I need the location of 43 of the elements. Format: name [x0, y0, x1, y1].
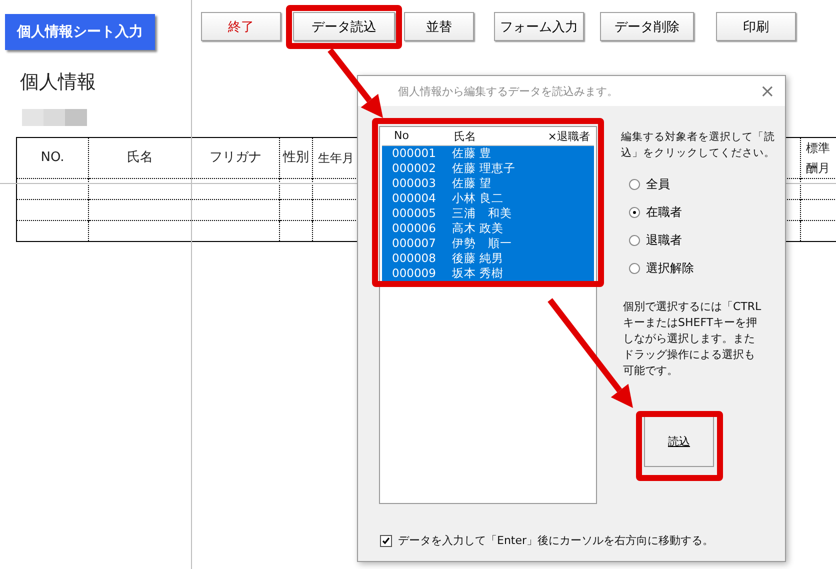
- column-header: フリガナ: [192, 138, 280, 178]
- list-item[interactable]: 000008 後藤 純男: [382, 251, 594, 266]
- table-cell[interactable]: [88, 220, 192, 242]
- dialog-title: 個人情報から編集するデータを読込みます。: [398, 84, 618, 98]
- toolbar-button[interactable]: データ読込: [293, 12, 395, 41]
- table-cell[interactable]: [280, 200, 312, 220]
- checkbox-label: データを入力して「Enter」後にカーソルを右方向に移動する。: [398, 533, 714, 548]
- table-cell[interactable]: [88, 200, 192, 220]
- table-cell[interactable]: [192, 220, 280, 242]
- toolbar-button[interactable]: 印刷: [716, 12, 796, 41]
- employee-listbox[interactable]: No 氏名 ×退職者 000001 佐藤 豊 000002 佐藤 理恵子 000003 佐藤 望 000004 小林 良二 000005 三浦 和美 000006 高木 政美 000007 伊勢 順一 000008 後藤 純男 000009 坂本 秀樹: [379, 126, 597, 504]
- table-cell[interactable]: [16, 220, 88, 242]
- redacted-block: [22, 109, 87, 126]
- toolbar-button[interactable]: 終了: [201, 12, 281, 41]
- close-button[interactable]: ×: [760, 80, 775, 102]
- load-button[interactable]: 読込: [644, 415, 714, 467]
- column-header: 氏名: [88, 138, 192, 178]
- table-cell[interactable]: [16, 200, 88, 220]
- note-text: 個別で選択するには「CTRLキーまたはSHEFTキーを押しながら選択します。またドラッグ操作による選択も可能です。: [623, 299, 762, 379]
- sheet-title-button[interactable]: 個人情報シート入力: [5, 14, 155, 50]
- list-item[interactable]: 000006 高木 政美: [382, 221, 594, 236]
- list-item[interactable]: 000004 小林 良二: [382, 191, 594, 206]
- list-item[interactable]: 000009 坂本 秀樹: [382, 266, 594, 281]
- list-item[interactable]: 000003 佐藤 望: [382, 176, 594, 191]
- section-heading: 個人情報: [20, 70, 96, 95]
- radio-option[interactable]: 在職者: [629, 203, 781, 221]
- table-cell[interactable]: [16, 178, 88, 200]
- list-item[interactable]: 000002 佐藤 理恵子: [382, 161, 594, 176]
- column-header: 標準 酬月: [800, 138, 836, 178]
- column-header: 性別: [280, 138, 312, 178]
- toolbar-button[interactable]: 並替: [404, 12, 474, 41]
- column-header: NO.: [16, 138, 88, 178]
- list-item[interactable]: 000005 三浦 和美: [382, 206, 594, 221]
- checkbox[interactable]: [380, 534, 392, 546]
- radio-option[interactable]: 退職者: [629, 231, 781, 249]
- table-cell[interactable]: [280, 178, 312, 200]
- table-cell[interactable]: [88, 178, 192, 200]
- radio-option[interactable]: 選択解除: [629, 259, 781, 277]
- toolbar-button[interactable]: フォーム入力: [494, 12, 584, 41]
- toolbar-button[interactable]: データ削除: [600, 12, 694, 41]
- list-item[interactable]: 000007 伊勢 順一: [382, 236, 594, 251]
- list-item[interactable]: 000001 佐藤 豊: [382, 146, 594, 161]
- table-cell[interactable]: [280, 220, 312, 242]
